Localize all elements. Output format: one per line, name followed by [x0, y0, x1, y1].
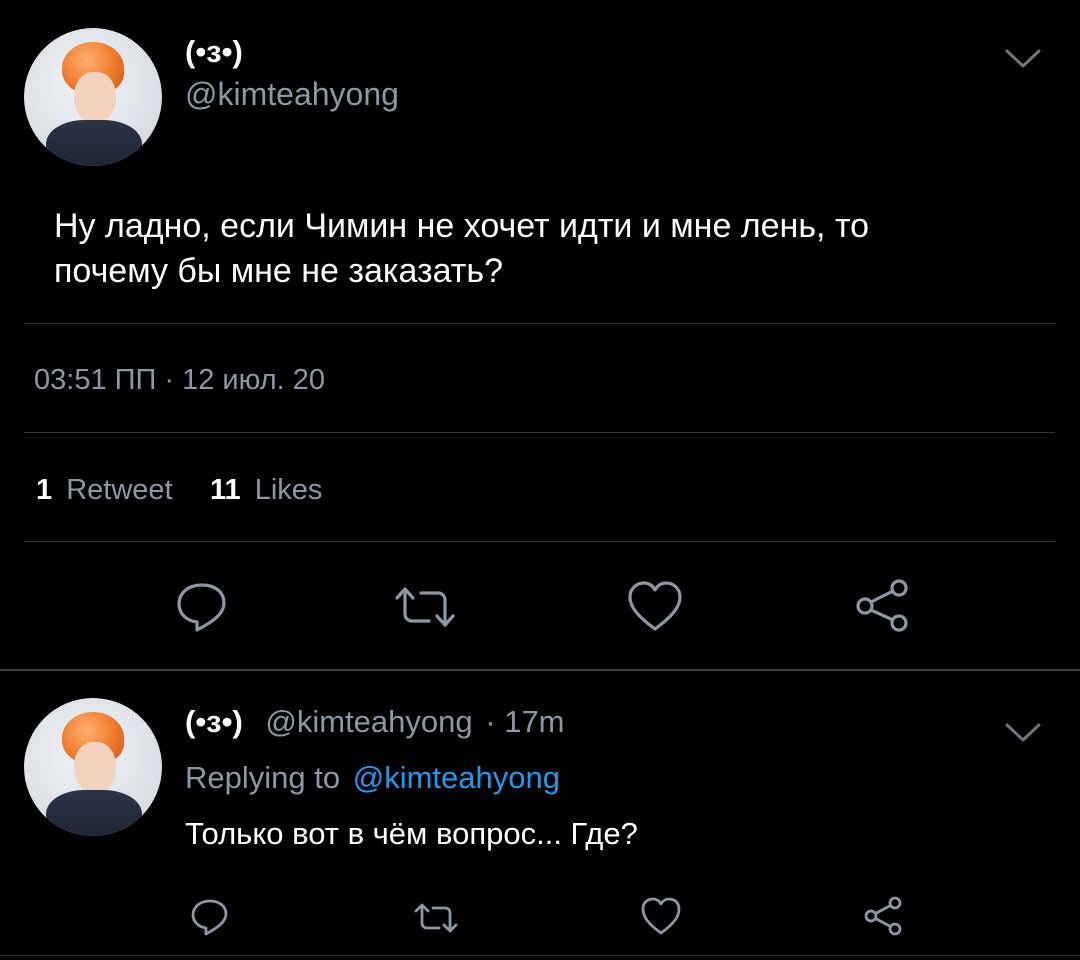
retweet-icon[interactable]: [413, 901, 459, 935]
handle[interactable]: @kimteahyong: [265, 704, 472, 739]
reply-text: Только вот в чём вопрос... Где?: [185, 816, 638, 851]
retweet-icon[interactable]: [393, 584, 457, 630]
avatar-face: [74, 742, 116, 794]
retweet-count: 1: [36, 474, 53, 506]
avatar-jacket: [46, 790, 142, 836]
replying-to-handle[interactable]: @kimteahyong: [353, 760, 560, 795]
replying-to: Replying to @kimteahyong: [185, 760, 560, 796]
like-count: 11: [210, 474, 241, 506]
handle[interactable]: @kimteahyong: [185, 76, 399, 113]
divider: [0, 955, 1080, 956]
like-label: Likes: [254, 474, 323, 506]
display-name[interactable]: (•з•): [185, 34, 243, 70]
chevron-down-icon[interactable]: [1004, 48, 1042, 75]
share-icon[interactable]: [863, 896, 905, 936]
reply-header: (•з•) @kimteahyong · 17m: [185, 704, 565, 740]
likes-stat[interactable]: 11 Likes: [210, 474, 322, 507]
display-name[interactable]: (•з•): [185, 704, 243, 739]
divider: [24, 541, 1055, 542]
time-ago: · 17m: [485, 704, 565, 739]
retweet-label: Retweet: [66, 474, 173, 506]
tweet-text-line: Ну ладно, если Чимин не хочет идти и мне…: [54, 207, 870, 245]
reply-icon[interactable]: [190, 898, 230, 936]
reply-icon[interactable]: [174, 581, 230, 633]
tweet-text: Ну ладно, если Чимин не хочет идти и мне…: [54, 204, 869, 294]
chevron-down-icon[interactable]: [1004, 722, 1042, 749]
retweet-stat[interactable]: 1 Retweet: [36, 474, 173, 507]
divider: [24, 432, 1055, 433]
avatar-face: [74, 72, 116, 124]
timestamp[interactable]: 03:51 ПП · 12 июл. 20: [34, 364, 325, 397]
avatar[interactable]: [24, 698, 162, 836]
avatar-jacket: [46, 120, 142, 166]
divider: [24, 323, 1055, 324]
tweet-text-line: почему бы мне не заказать?: [54, 252, 503, 290]
avatar[interactable]: [24, 28, 162, 166]
heart-icon[interactable]: [626, 579, 684, 633]
divider: [0, 669, 1080, 671]
heart-icon[interactable]: [640, 896, 682, 936]
share-icon[interactable]: [854, 578, 912, 634]
replying-to-label: Replying to: [185, 760, 341, 795]
